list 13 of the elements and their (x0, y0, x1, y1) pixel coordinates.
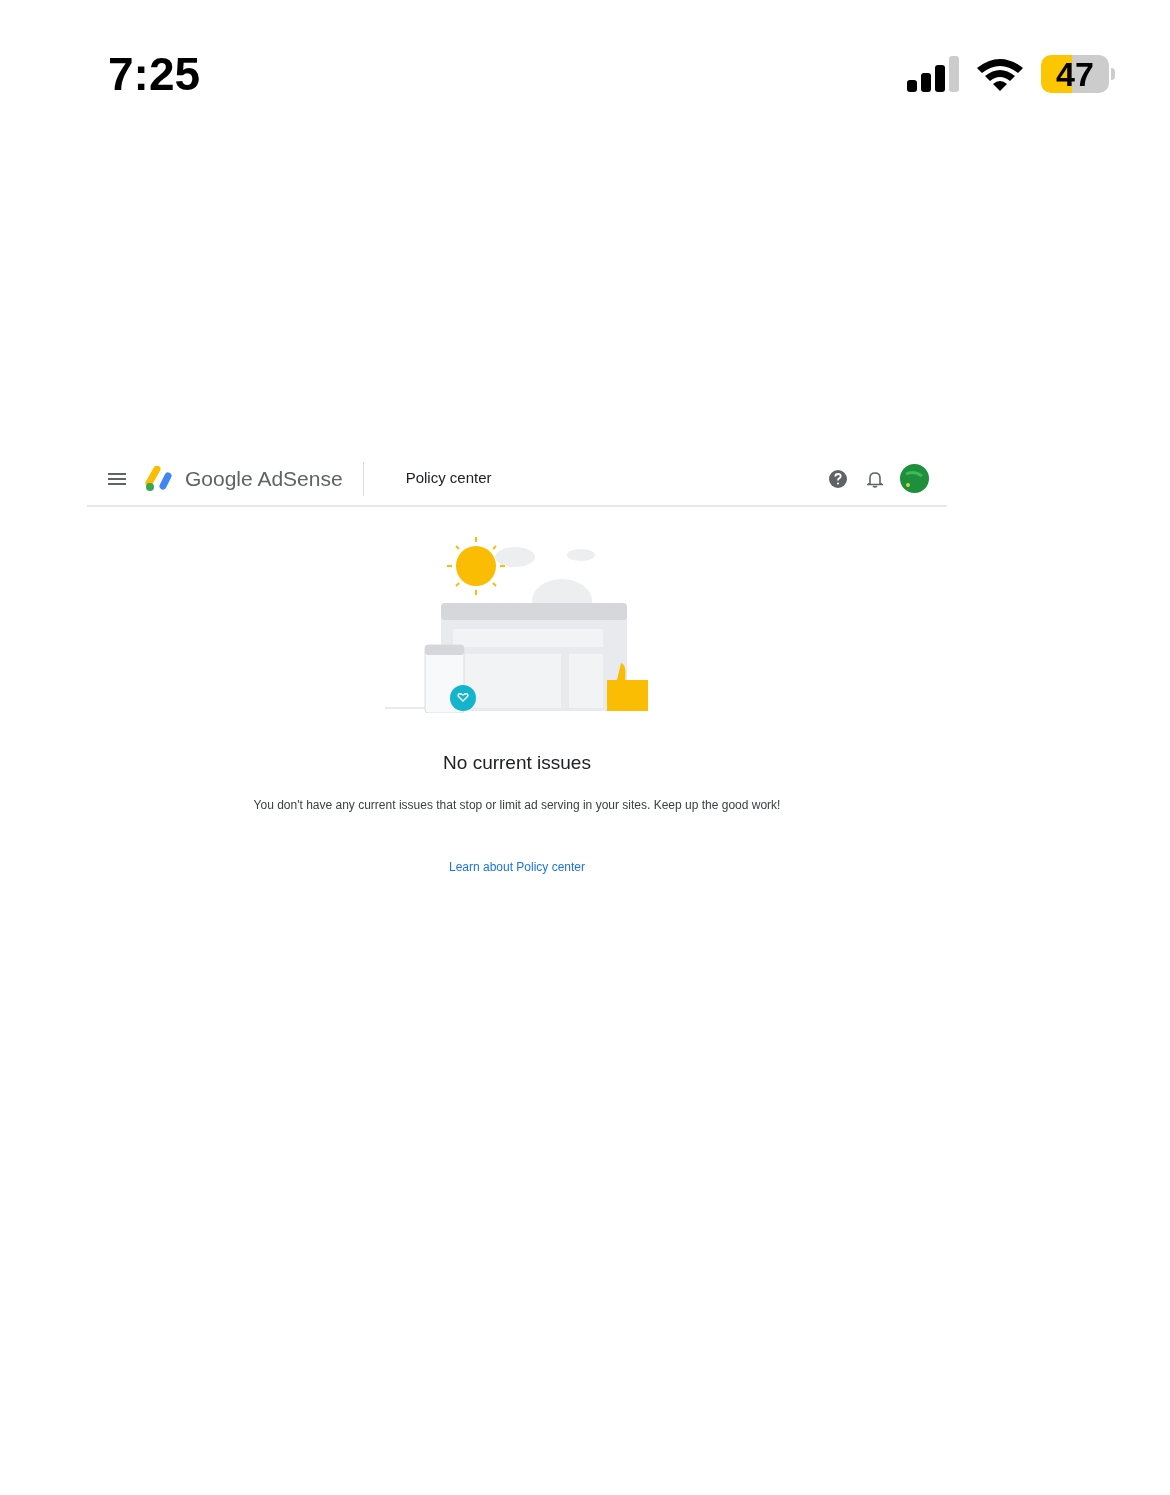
avatar[interactable] (900, 464, 929, 493)
signal-icon (907, 56, 959, 92)
learn-more-link[interactable]: Learn about Policy center (448, 857, 586, 876)
page-title: Policy center (405, 468, 492, 489)
help-icon[interactable] (828, 468, 848, 489)
wifi-icon (975, 56, 1025, 92)
brand-name: Google AdSense (185, 465, 343, 492)
empty-state-title: No current issues (443, 751, 591, 775)
menu-icon[interactable] (108, 472, 126, 485)
empty-state-message: You don't have any current issues that stop or limit ad serving in your sites. Keep up the good work! (253, 796, 781, 814)
status-time: 7:25 (108, 51, 201, 97)
logo-icon (145, 465, 175, 492)
notification-icon[interactable] (867, 469, 883, 488)
